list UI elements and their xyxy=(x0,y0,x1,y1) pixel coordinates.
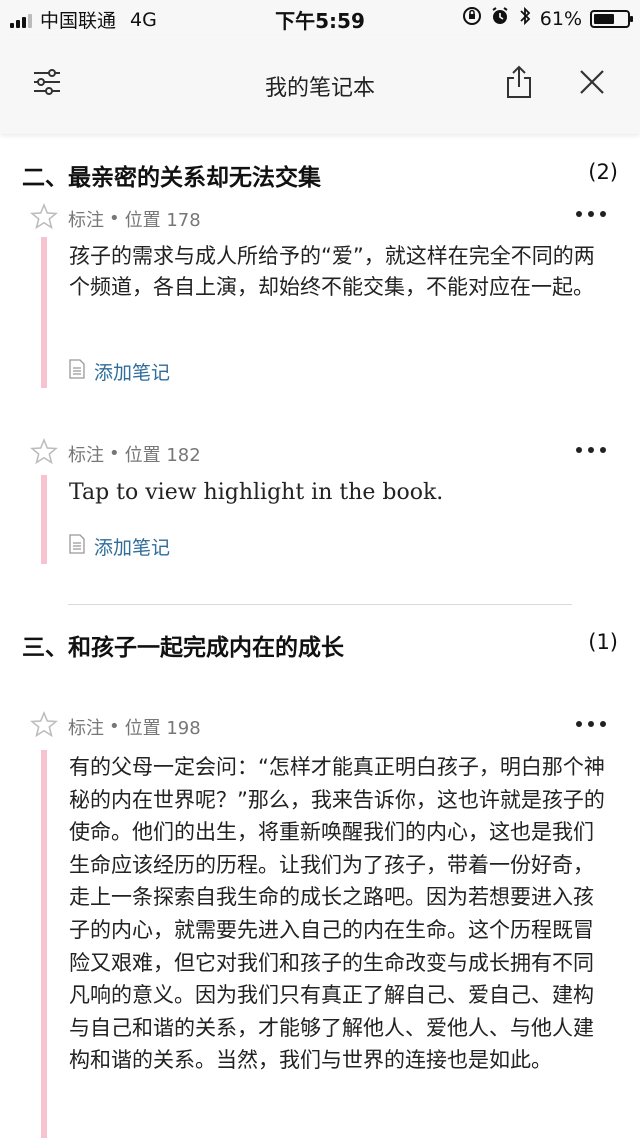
document-icon xyxy=(69,534,85,559)
add-note-link[interactable]: 添加笔记 xyxy=(69,358,170,385)
chapter-title[interactable]: 二、最亲密的关系却无法交集 xyxy=(22,158,321,192)
star-icon[interactable] xyxy=(30,711,58,742)
meta-separator: • xyxy=(109,208,120,229)
more-options-button[interactable] xyxy=(576,721,606,727)
chapter-count: (2) xyxy=(588,160,618,184)
annotation-type: 标注 xyxy=(68,209,104,231)
star-icon[interactable] xyxy=(30,438,58,469)
highlight-bar xyxy=(41,475,47,564)
highlight-bar xyxy=(41,237,47,388)
annotation-type: 标注 xyxy=(68,444,104,466)
highlight-text[interactable]: Tap to view highlight in the book. xyxy=(69,477,609,508)
close-button[interactable] xyxy=(570,62,614,106)
battery-percent: 61% xyxy=(539,7,582,30)
share-button[interactable] xyxy=(497,62,541,106)
more-options-button[interactable] xyxy=(576,447,606,453)
annotation-meta: 标注 • 位置 198 xyxy=(30,711,201,742)
annotation-location: 位置 178 xyxy=(124,209,201,231)
section-divider xyxy=(68,604,572,605)
document-icon xyxy=(69,359,85,384)
status-right: 61% xyxy=(462,6,633,31)
annotation-meta: 标注 • 位置 178 xyxy=(30,203,201,234)
meta-separator: • xyxy=(109,716,120,737)
add-note-link[interactable]: 添加笔记 xyxy=(69,533,170,560)
meta-separator: • xyxy=(109,443,120,464)
star-icon[interactable] xyxy=(30,203,58,234)
add-note-label: 添加笔记 xyxy=(94,537,171,559)
annotation-meta: 标注 • 位置 182 xyxy=(30,438,201,469)
app-header: 我的笔记本 xyxy=(0,36,640,134)
page-title: 我的笔记本 xyxy=(264,76,375,101)
battery-icon xyxy=(590,9,633,28)
annotation-location: 位置 198 xyxy=(124,717,201,739)
rotation-lock-icon xyxy=(462,6,482,31)
share-icon xyxy=(505,65,533,103)
annotation-location: 位置 182 xyxy=(124,444,201,466)
chapter-count: (1) xyxy=(588,630,618,654)
alarm-icon xyxy=(490,6,510,31)
more-options-button[interactable] xyxy=(576,211,606,217)
chapter-title[interactable]: 三、和孩子一起完成内在的成长 xyxy=(22,628,344,662)
highlight-bar xyxy=(41,750,47,1138)
status-bar: 中国联通 4G 下午5:59 61% xyxy=(0,0,640,36)
annotation-type: 标注 xyxy=(68,717,104,739)
bluetooth-icon xyxy=(518,6,532,31)
add-note-label: 添加笔记 xyxy=(94,362,171,384)
highlight-text[interactable]: 孩子的需求与成人所给予的“爱”，就这样在完全不同的两个频道，各自上演，却始终不能… xyxy=(69,241,609,303)
highlight-text[interactable]: 有的父母一定会问：“怎样才能真正明白孩子，明白那个神秘的内在世界呢？”那么，我来… xyxy=(69,751,609,1077)
close-icon xyxy=(578,68,606,100)
